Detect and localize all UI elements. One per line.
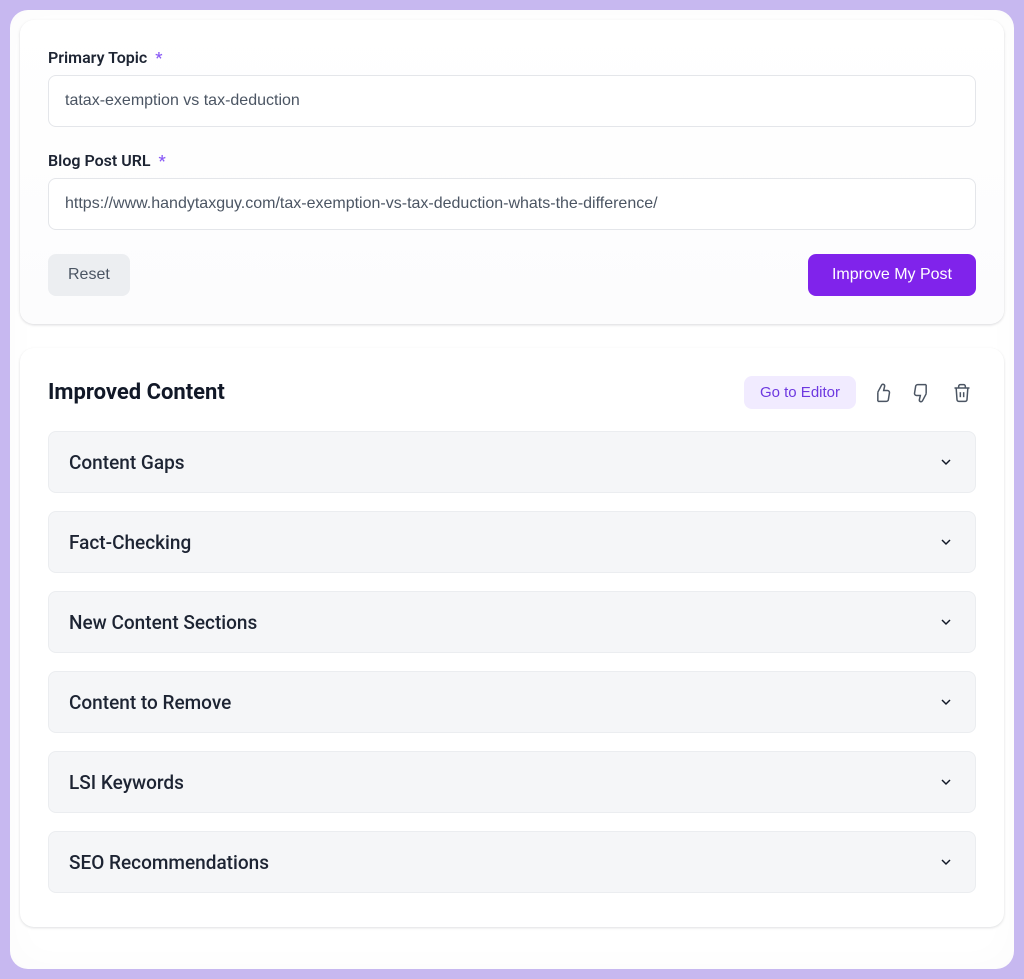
results-card: Improved Content Go to Editor Content Ga… bbox=[20, 348, 1004, 927]
accordion-title: Content Gaps bbox=[69, 451, 185, 474]
accordion-content-to-remove[interactable]: Content to Remove bbox=[48, 671, 976, 733]
accordion-title: New Content Sections bbox=[69, 611, 257, 634]
url-label-row: Blog Post URL * bbox=[48, 151, 976, 170]
trash-icon[interactable] bbox=[948, 379, 976, 407]
input-card: Primary Topic * Blog Post URL * Reset Im… bbox=[20, 20, 1004, 324]
chevron-down-icon bbox=[937, 853, 955, 871]
topic-input[interactable] bbox=[48, 75, 976, 127]
go-to-editor-button[interactable]: Go to Editor bbox=[744, 376, 856, 409]
accordion-seo-recommendations[interactable]: SEO Recommendations bbox=[48, 831, 976, 893]
app-frame: Primary Topic * Blog Post URL * Reset Im… bbox=[10, 10, 1014, 969]
accordion-title: LSI Keywords bbox=[69, 771, 184, 794]
accordion-fact-checking[interactable]: Fact-Checking bbox=[48, 511, 976, 573]
required-star: * bbox=[159, 151, 166, 170]
results-actions: Go to Editor bbox=[744, 376, 976, 409]
accordion-lsi-keywords[interactable]: LSI Keywords bbox=[48, 751, 976, 813]
accordion-title: SEO Recommendations bbox=[69, 851, 269, 874]
accordion-title: Fact-Checking bbox=[69, 531, 191, 554]
chevron-down-icon bbox=[937, 613, 955, 631]
required-star: * bbox=[155, 48, 162, 67]
accordion-new-content-sections[interactable]: New Content Sections bbox=[48, 591, 976, 653]
chevron-down-icon bbox=[937, 533, 955, 551]
results-title: Improved Content bbox=[48, 380, 225, 405]
chevron-down-icon bbox=[937, 773, 955, 791]
thumbs-down-icon[interactable] bbox=[908, 379, 936, 407]
improve-button[interactable]: Improve My Post bbox=[808, 254, 976, 296]
accordion-title: Content to Remove bbox=[69, 691, 231, 714]
thumbs-up-icon[interactable] bbox=[868, 379, 896, 407]
url-input[interactable] bbox=[48, 178, 976, 230]
topic-field-block: Primary Topic * bbox=[48, 48, 976, 127]
button-row: Reset Improve My Post bbox=[48, 254, 976, 296]
results-header: Improved Content Go to Editor bbox=[48, 376, 976, 409]
reset-button[interactable]: Reset bbox=[48, 254, 130, 296]
topic-label: Primary Topic bbox=[48, 48, 147, 67]
url-field-block: Blog Post URL * bbox=[48, 151, 976, 230]
accordion-content-gaps[interactable]: Content Gaps bbox=[48, 431, 976, 493]
url-label: Blog Post URL bbox=[48, 151, 151, 170]
topic-label-row: Primary Topic * bbox=[48, 48, 976, 67]
chevron-down-icon bbox=[937, 453, 955, 471]
chevron-down-icon bbox=[937, 693, 955, 711]
